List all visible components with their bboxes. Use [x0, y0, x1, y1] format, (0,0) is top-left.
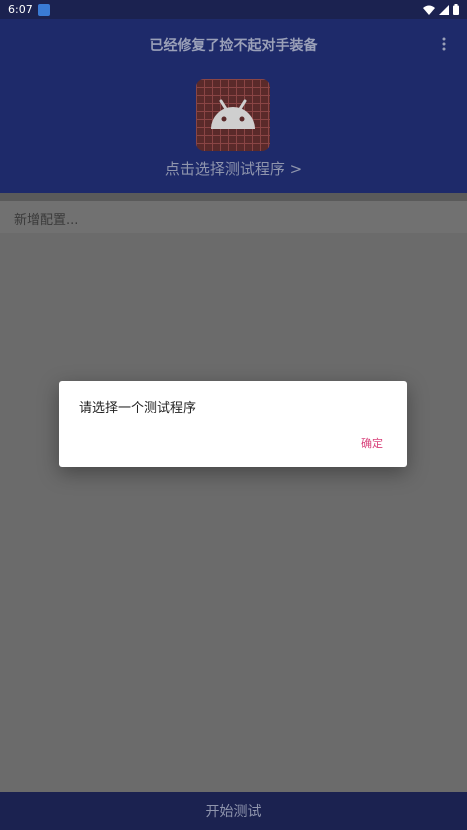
signal-icon — [439, 4, 449, 15]
test-program-icon[interactable] — [196, 79, 270, 151]
divider — [0, 193, 467, 201]
notification-app-icon — [37, 3, 50, 16]
app-header: 已经修复了捡不起对手装备 点击选择测试程序 > — [0, 19, 467, 193]
wifi-icon — [423, 5, 435, 15]
battery-icon — [453, 4, 459, 15]
dialog-ok-button[interactable]: 确定 — [361, 435, 383, 451]
status-time: 6:07 — [8, 3, 33, 16]
select-test-program-link[interactable]: 点击选择测试程序 > — [0, 158, 467, 179]
alert-dialog: 请选择一个测试程序 确定 — [59, 381, 407, 467]
new-config-item[interactable]: 新增配置... — [0, 201, 467, 233]
more-options-button[interactable] — [435, 35, 453, 53]
android-icon — [211, 99, 255, 129]
start-test-button[interactable]: 开始测试 — [0, 792, 467, 830]
dialog-message: 请选择一个测试程序 — [79, 401, 197, 416]
status-right — [423, 4, 459, 15]
status-left: 6:07 — [8, 3, 50, 16]
more-vertical-icon — [442, 37, 446, 51]
status-bar: 6:07 — [0, 0, 467, 19]
page-title: 已经修复了捡不起对手装备 — [149, 38, 318, 54]
